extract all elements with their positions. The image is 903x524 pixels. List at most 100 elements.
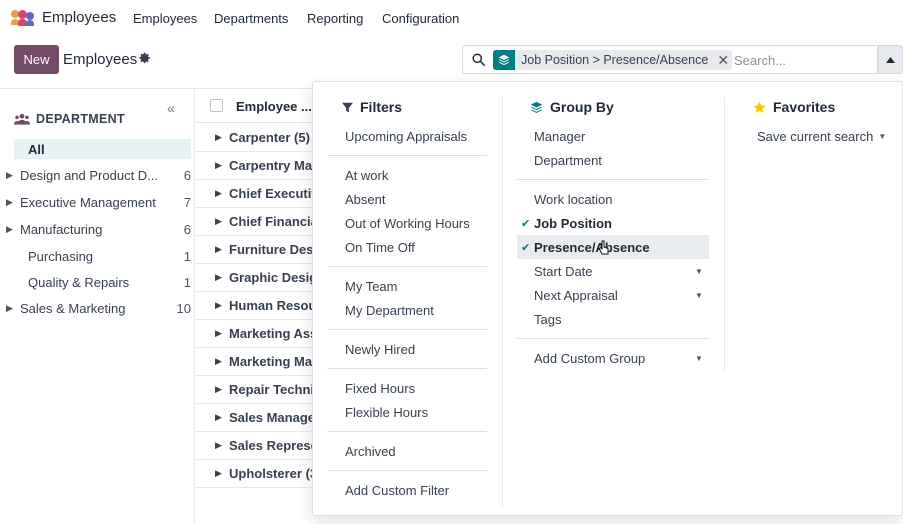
groupby-job-position[interactable]: ✔ Job Position: [521, 212, 612, 234]
search-input[interactable]: [734, 51, 872, 69]
save-current-search-label: Save current search: [757, 128, 874, 144]
facet-label: Job Position > Presence/Absence: [521, 53, 709, 67]
filter-my-team[interactable]: My Team: [345, 275, 398, 297]
filter-newly-hired[interactable]: Newly Hired: [345, 338, 415, 360]
group-label: Repair Technic: [229, 382, 322, 397]
select-all-checkbox[interactable]: [210, 99, 223, 112]
menu-configuration[interactable]: Configuration: [382, 11, 459, 26]
star-icon: [753, 101, 766, 113]
caret-right-icon: ▶: [215, 216, 222, 226]
app-name[interactable]: Employees: [42, 9, 116, 26]
filter-flexible-hours[interactable]: Flexible Hours: [345, 401, 428, 423]
groupby-divider: [517, 179, 709, 180]
department-header: DEPARTMENT: [14, 112, 125, 126]
check-icon: ✔: [521, 217, 531, 230]
caret-right-icon: ▶: [215, 188, 222, 198]
filter-my-department[interactable]: My Department: [345, 299, 434, 321]
group-label: Carpentry Mar: [229, 158, 318, 173]
layers-icon: [493, 50, 515, 70]
caret-right-icon[interactable]: ▶: [6, 197, 20, 208]
menu-departments[interactable]: Departments: [214, 11, 288, 26]
group-label: Upholsterer (3: [229, 466, 318, 481]
facet-remove-icon[interactable]: ✕: [714, 50, 732, 70]
group-label: Furniture Desi: [229, 242, 318, 257]
filters-title: Filters: [360, 99, 403, 115]
mouse-cursor-icon: [598, 240, 609, 255]
filters-divider: [327, 266, 487, 267]
add-custom-group[interactable]: Add Custom Group: [534, 347, 645, 369]
menu-employees[interactable]: Employees: [133, 11, 197, 26]
sidebar-item-count: 7: [183, 194, 191, 210]
group-label: Marketing Mar: [229, 354, 318, 369]
save-current-search[interactable]: Save current search ▼: [757, 125, 886, 147]
search-facet: Job Position > Presence/Absence ✕: [493, 50, 733, 70]
group-label: Graphic Desig: [229, 270, 318, 285]
group-label: Carpenter (5): [229, 130, 310, 145]
sidebar-item-count: 1: [183, 248, 191, 264]
page-title: Employees: [63, 51, 138, 68]
department-sidepanel: « DEPARTMENT All ▶ Design and Product D.…: [0, 89, 195, 524]
groupby-manager[interactable]: Manager: [534, 125, 585, 147]
group-label: Human Resou: [229, 298, 317, 313]
filters-header: Filters: [342, 99, 402, 115]
sidebar-item-label: All: [28, 141, 45, 157]
caret-right-icon[interactable]: ▶: [6, 170, 20, 181]
caret-right-icon[interactable]: ▶: [6, 224, 20, 235]
column-separator: [724, 97, 725, 370]
column-employee[interactable]: Employee ...: [236, 99, 312, 114]
filter-archived[interactable]: Archived: [345, 440, 396, 462]
employees-app-icon[interactable]: [11, 10, 35, 26]
groupby-start-date[interactable]: Start Date: [534, 260, 593, 282]
caret-down-icon[interactable]: ▼: [695, 267, 703, 276]
groupby-department[interactable]: Department: [534, 149, 602, 171]
sidebar-item-count: 1: [183, 274, 191, 290]
filter-at-work[interactable]: At work: [345, 164, 388, 186]
group-label: Chief Executiv: [229, 186, 319, 201]
add-custom-filter[interactable]: Add Custom Filter: [345, 479, 449, 501]
search-options-toggle[interactable]: [878, 45, 903, 74]
sidebar-item-label: Sales & Marketing: [20, 300, 126, 316]
filter-upcoming-appraisals[interactable]: Upcoming Appraisals: [345, 125, 467, 147]
sidebar-item-manufacturing[interactable]: ▶ Manufacturing 6: [6, 219, 191, 239]
filter-on-time-off[interactable]: On Time Off: [345, 236, 415, 258]
caret-down-icon[interactable]: ▼: [695, 291, 703, 300]
sidebar-item-count: 6: [183, 167, 191, 183]
sidebar-item-quality[interactable]: Quality & Repairs 1: [14, 272, 191, 292]
groupby-presence-absence[interactable]: ✔ Presence/Absence: [521, 236, 650, 258]
caret-right-icon: ▶: [215, 468, 222, 478]
filter-fixed-hours[interactable]: Fixed Hours: [345, 377, 415, 399]
filters-divider: [327, 368, 487, 369]
sidebar-item-label: Manufacturing: [20, 221, 103, 237]
groupby-tags[interactable]: Tags: [534, 308, 561, 330]
filters-divider: [327, 155, 487, 156]
sidebar-item-design[interactable]: ▶ Design and Product D... 6: [6, 165, 191, 185]
search-bar: Job Position > Presence/Absence ✕: [462, 45, 878, 74]
sidebar-item-all[interactable]: All: [14, 139, 191, 159]
check-icon: ✔: [521, 241, 531, 254]
group-label: Marketing Ass: [229, 326, 318, 341]
search-icon[interactable]: [472, 53, 485, 66]
gear-icon[interactable]: [139, 52, 151, 64]
filter-out-of-working-hours[interactable]: Out of Working Hours: [345, 212, 470, 234]
top-navbar: Employees Employees Departments Reportin…: [0, 0, 903, 36]
caret-up-icon: [886, 56, 895, 63]
caret-down-icon[interactable]: ▼: [695, 354, 703, 363]
groupby-work-location[interactable]: Work location: [534, 188, 613, 210]
sidebar-item-purchasing[interactable]: Purchasing 1: [14, 246, 191, 266]
sidebar-item-executive[interactable]: ▶ Executive Management 7: [6, 192, 191, 212]
favorites-header: Favorites: [753, 99, 835, 115]
filters-divider: [327, 329, 487, 330]
caret-right-icon: ▶: [215, 440, 222, 450]
menu-reporting[interactable]: Reporting: [307, 11, 363, 26]
new-button[interactable]: New: [14, 45, 59, 74]
groupby-next-appraisal[interactable]: Next Appraisal: [534, 284, 618, 306]
caret-right-icon: ▶: [215, 328, 222, 338]
groupby-header: Group By: [530, 99, 614, 115]
caret-right-icon: ▶: [215, 384, 222, 394]
favorites-title: Favorites: [773, 99, 836, 115]
collapse-panel-icon[interactable]: «: [167, 100, 175, 116]
sidebar-item-sales[interactable]: ▶ Sales & Marketing 10: [6, 298, 191, 318]
groupby-job-position-label: Job Position: [534, 215, 612, 231]
filter-absent[interactable]: Absent: [345, 188, 385, 210]
caret-right-icon[interactable]: ▶: [6, 303, 20, 314]
